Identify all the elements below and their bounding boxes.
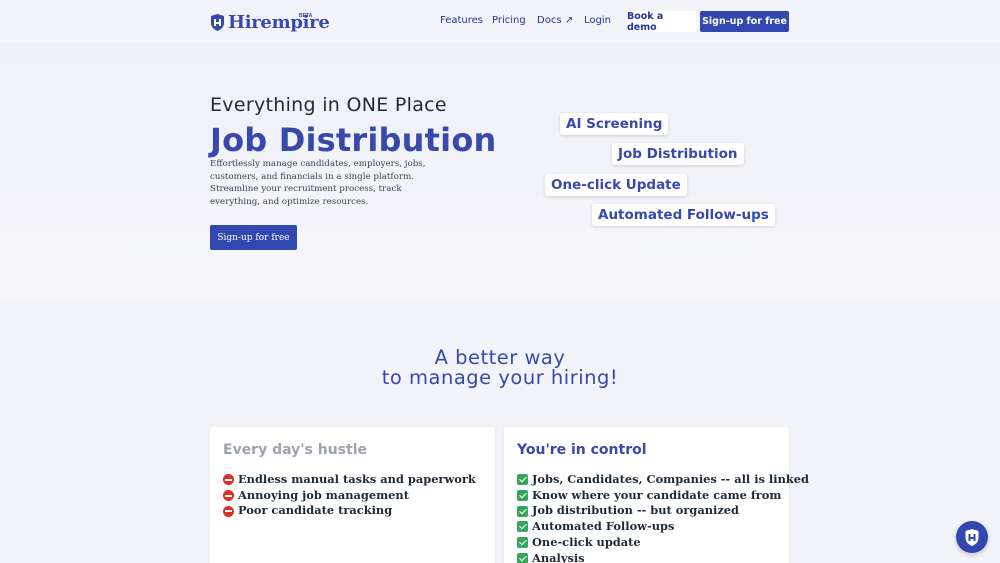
- comparison-section: [0, 300, 1000, 563]
- chat-widget-button[interactable]: [956, 521, 988, 553]
- nav-link-pricing[interactable]: Pricing: [492, 15, 526, 26]
- list-item-text: Know where your candidate came from: [532, 487, 782, 502]
- list-item-text: Poor candidate tracking: [238, 503, 393, 518]
- book-demo-button[interactable]: Book a demo: [627, 11, 696, 33]
- nav-link-login[interactable]: Login: [584, 15, 611, 26]
- list-item: Endless manual tasks and paperwork: [223, 472, 476, 488]
- list-item: Know where your candidate came from: [517, 488, 809, 504]
- list-item: Analysis: [517, 551, 809, 563]
- list-item-text: Job distribution -- but organized: [532, 503, 740, 518]
- hustle-list: Endless manual tasks and paperwork Annoy…: [223, 472, 476, 519]
- signup-button-hero[interactable]: Sign-up for free: [210, 225, 297, 250]
- control-card-title: You're in control: [517, 442, 647, 458]
- list-item-text: Annoying job management: [238, 487, 409, 502]
- nav-link-features[interactable]: Features: [440, 15, 483, 26]
- hero-section: [0, 42, 1000, 300]
- list-item: Jobs, Candidates, Companies -- all is li…: [517, 472, 809, 488]
- tagline-line-1: A better way: [434, 346, 566, 369]
- feature-chip-automated-follow-ups: Automated Follow-ups: [592, 204, 775, 226]
- feature-chip-one-click-update: One-click Update: [545, 174, 687, 196]
- list-item: Poor candidate tracking: [223, 503, 476, 519]
- tagline-line-2: to manage your hiring!: [381, 366, 619, 389]
- signup-button-header[interactable]: Sign-up for free: [700, 11, 789, 32]
- hero-description: Effortlessly manage candidates, employer…: [210, 159, 426, 207]
- list-item-text: Endless manual tasks and paperwork: [238, 472, 476, 486]
- feature-chip-job-distribution: Job Distribution: [612, 143, 744, 165]
- top-nav: Hirempire BETA Features Pricing Docs ↗ L…: [0, 0, 1000, 42]
- hero-title: Job Distribution: [210, 121, 497, 159]
- check-mark-icon: [517, 537, 528, 549]
- control-list: Jobs, Candidates, Companies -- all is li…: [517, 472, 809, 563]
- hero-eyebrow: Everything in ONE Place: [210, 94, 447, 116]
- control-card: You're in control Jobs, Candidates, Comp…: [504, 427, 809, 563]
- hustle-card-title: Every day's hustle: [223, 442, 367, 458]
- section-tagline: A better way to manage your hiring!: [0, 348, 1000, 388]
- check-mark-icon: [517, 490, 528, 502]
- no-entry-icon: [223, 474, 234, 486]
- shield-logo-icon: [211, 13, 224, 31]
- check-mark-icon: [517, 552, 528, 563]
- list-item: One-click update: [517, 535, 809, 551]
- list-item-text: Jobs, Candidates, Companies -- all is li…: [532, 472, 809, 486]
- beta-badge: BETA: [299, 13, 313, 19]
- check-mark-icon: [517, 505, 528, 517]
- check-mark-icon: [517, 474, 528, 486]
- no-entry-icon: [223, 505, 234, 517]
- list-item-text: Automated Follow-ups: [532, 519, 675, 534]
- list-item-text: Analysis: [532, 550, 585, 563]
- list-item: Job distribution -- but organized: [517, 503, 809, 519]
- no-entry-icon: [223, 490, 234, 502]
- check-mark-icon: [517, 521, 528, 533]
- hustle-card: Every day's hustle Endless manual tasks …: [210, 427, 495, 563]
- feature-chip-ai-screening: AI Screening: [560, 113, 669, 135]
- list-item: Automated Follow-ups: [517, 519, 809, 535]
- list-item: Annoying job management: [223, 488, 476, 504]
- brand-name: Hirempire: [228, 11, 330, 33]
- list-item-text: One-click update: [532, 534, 641, 549]
- chat-widget-icon: [965, 528, 979, 546]
- nav-link-docs[interactable]: Docs ↗: [537, 15, 573, 26]
